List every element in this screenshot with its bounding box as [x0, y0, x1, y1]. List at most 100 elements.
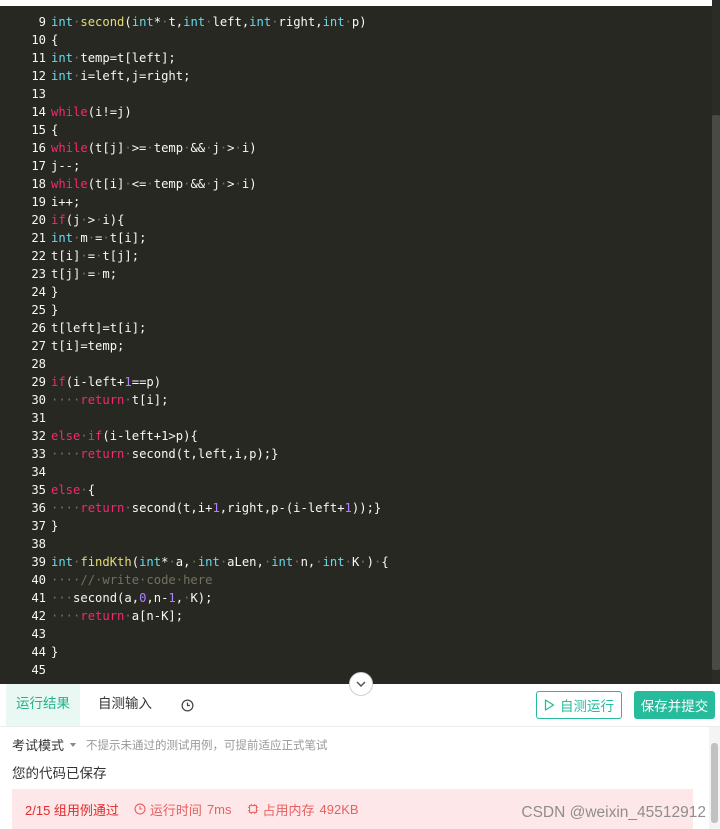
tab-run-result[interactable]: 运行结果 — [6, 684, 80, 726]
code-editor[interactable]: 9 int·second(int*·t,int·left,int·right,in… — [0, 0, 720, 684]
code-token: · — [80, 267, 88, 281]
line-number: 32 — [31, 429, 46, 443]
code-token: ···· — [51, 573, 81, 587]
self-test-run-button[interactable]: 自测运行 — [536, 691, 622, 719]
code-token: if — [51, 213, 66, 227]
code-token: 1 — [168, 591, 176, 605]
code-token: m — [80, 231, 88, 245]
line-number: 39 — [31, 555, 46, 569]
code-line[interactable]: 22 t[i]·=·t[j]; — [0, 247, 708, 265]
code-line[interactable]: 36 ····return·second(t,i+1,right,p-(i-lef… — [0, 499, 708, 517]
code-token: second(t,left,i,p);} — [131, 447, 279, 461]
code-line[interactable]: 31 — [0, 409, 708, 427]
code-token: { — [51, 33, 59, 47]
code-line[interactable]: 39 int·findKth(int*·a,·int·aLen,·int·n,·i… — [0, 553, 708, 571]
code-token: && — [190, 177, 206, 191]
save-and-submit-button[interactable]: 保存并提交 — [634, 691, 715, 719]
code-line[interactable]: 13 — [0, 85, 708, 103]
code-line[interactable]: 18 while(t[i]·<=·temp·&&·j·>·i) — [0, 175, 708, 193]
code-line[interactable]: 15 { — [0, 121, 708, 139]
code-token: { — [51, 123, 59, 137]
code-token: · — [80, 429, 88, 443]
code-token: K); — [190, 591, 213, 605]
result-panel-scroll-thumb[interactable] — [711, 743, 718, 823]
code-line[interactable]: 20 if(j·>·i){ — [0, 211, 708, 229]
code-saved-message: 您的代码已保存 — [12, 766, 107, 781]
line-number: 11 — [31, 51, 46, 65]
line-number: 36 — [31, 501, 46, 515]
code-token: t[i]; — [109, 231, 147, 245]
code-line[interactable]: 26 t[left]=t[i]; — [0, 319, 708, 337]
code-token: (i-left+ — [65, 375, 125, 389]
code-token: int — [183, 15, 206, 29]
code-token: ,right,p-(i-left+ — [219, 501, 345, 515]
code-line[interactable]: 42 ····return·a[n-K]; — [0, 607, 708, 625]
editor-scrollbar[interactable] — [712, 0, 720, 684]
code-token: · — [124, 177, 132, 191]
code-token: second — [80, 15, 125, 29]
code-line[interactable]: 40 ····//·write·code·here — [0, 571, 708, 589]
code-line[interactable]: 16 while(t[j]·>=·temp·&&·j·>·i) — [0, 139, 708, 157]
line-number: 20 — [31, 213, 46, 227]
code-line[interactable]: 33 ····return·second(t,left,i,p);} — [0, 445, 708, 463]
code-line[interactable]: 28 — [0, 355, 708, 373]
collapse-panel-button[interactable] — [349, 672, 373, 696]
editor-scroll-thumb[interactable] — [712, 115, 720, 670]
code-line[interactable]: 10 { — [0, 31, 708, 49]
code-token: right, — [278, 15, 323, 29]
code-line[interactable]: 19 i++; — [0, 193, 708, 211]
code-line[interactable]: 12 int·i=left,j=right; — [0, 67, 708, 85]
code-line[interactable]: 30 ····return·t[i]; — [0, 391, 708, 409]
code-line[interactable]: 34 — [0, 463, 708, 481]
caret-down-icon[interactable] — [70, 742, 77, 747]
code-line[interactable]: 24} — [0, 283, 708, 301]
code-token: · — [344, 555, 352, 569]
code-token: <= — [131, 177, 147, 191]
code-token: } — [51, 303, 59, 317]
result-area: 考试模式 不提示未通过的测试用例，可提前适应正式笔试 您的代码已保存 2/15 … — [0, 727, 720, 829]
code-line[interactable]: 41 ···second(a,0,n-1,·K); — [0, 589, 708, 607]
code-token: j — [212, 141, 220, 155]
code-token: t[j] — [51, 267, 81, 281]
code-line[interactable]: 43 — [0, 625, 708, 643]
code-token: int — [249, 15, 272, 29]
code-token: ==p) — [131, 375, 162, 389]
tab-custom-input[interactable]: 自测输入 — [92, 684, 158, 726]
code-line[interactable]: 29 if(i-left+1==p) — [0, 373, 708, 391]
result-panel-scrollbar[interactable] — [709, 727, 720, 829]
code-token: ···· — [51, 393, 81, 407]
code-token: return — [80, 609, 125, 623]
code-token: (t[j] — [87, 141, 125, 155]
code-token: i) — [241, 177, 257, 191]
code-token: n, — [300, 555, 316, 569]
code-token: (t[i] — [87, 177, 125, 191]
code-line[interactable]: 21 int·m·=·t[i]; — [0, 229, 708, 247]
code-token: int — [51, 555, 74, 569]
code-token: int — [51, 15, 74, 29]
code-token: int — [322, 555, 345, 569]
code-line[interactable]: 27 t[i]=temp; — [0, 337, 708, 355]
code-line[interactable]: 44} — [0, 643, 708, 661]
code-line[interactable]: 17 j--; — [0, 157, 708, 175]
code-line[interactable]: 32 else·if(i-left+1>p){ — [0, 427, 708, 445]
exam-mode-selector[interactable]: 考试模式 — [12, 735, 64, 754]
code-token: int — [51, 69, 74, 83]
code-line[interactable]: 14 while(i!=j) — [0, 103, 708, 121]
code-token: return — [80, 501, 125, 515]
tab-history[interactable] — [176, 684, 198, 726]
code-line[interactable]: 38 — [0, 535, 708, 553]
line-number: 14 — [31, 105, 46, 119]
pass-count: 2/15 组用例通过 — [25, 802, 119, 818]
code-line[interactable]: 23 t[j]·=·m; — [0, 265, 708, 283]
code-token: if — [51, 375, 66, 389]
code-line[interactable]: 25} — [0, 301, 708, 319]
code-token: · — [293, 555, 301, 569]
code-lines[interactable]: 9 int·second(int*·t,int·left,int·right,in… — [0, 13, 708, 679]
code-token: t[j]; — [102, 249, 140, 263]
code-token: a[n-K]; — [131, 609, 184, 623]
code-line[interactable]: 11 int·temp=t[left]; — [0, 49, 708, 67]
code-line[interactable]: 9 int·second(int*·t,int·left,int·right,in… — [0, 13, 708, 31]
code-token: int — [139, 555, 162, 569]
code-line[interactable]: 37} — [0, 517, 708, 535]
code-line[interactable]: 35 else·{ — [0, 481, 708, 499]
